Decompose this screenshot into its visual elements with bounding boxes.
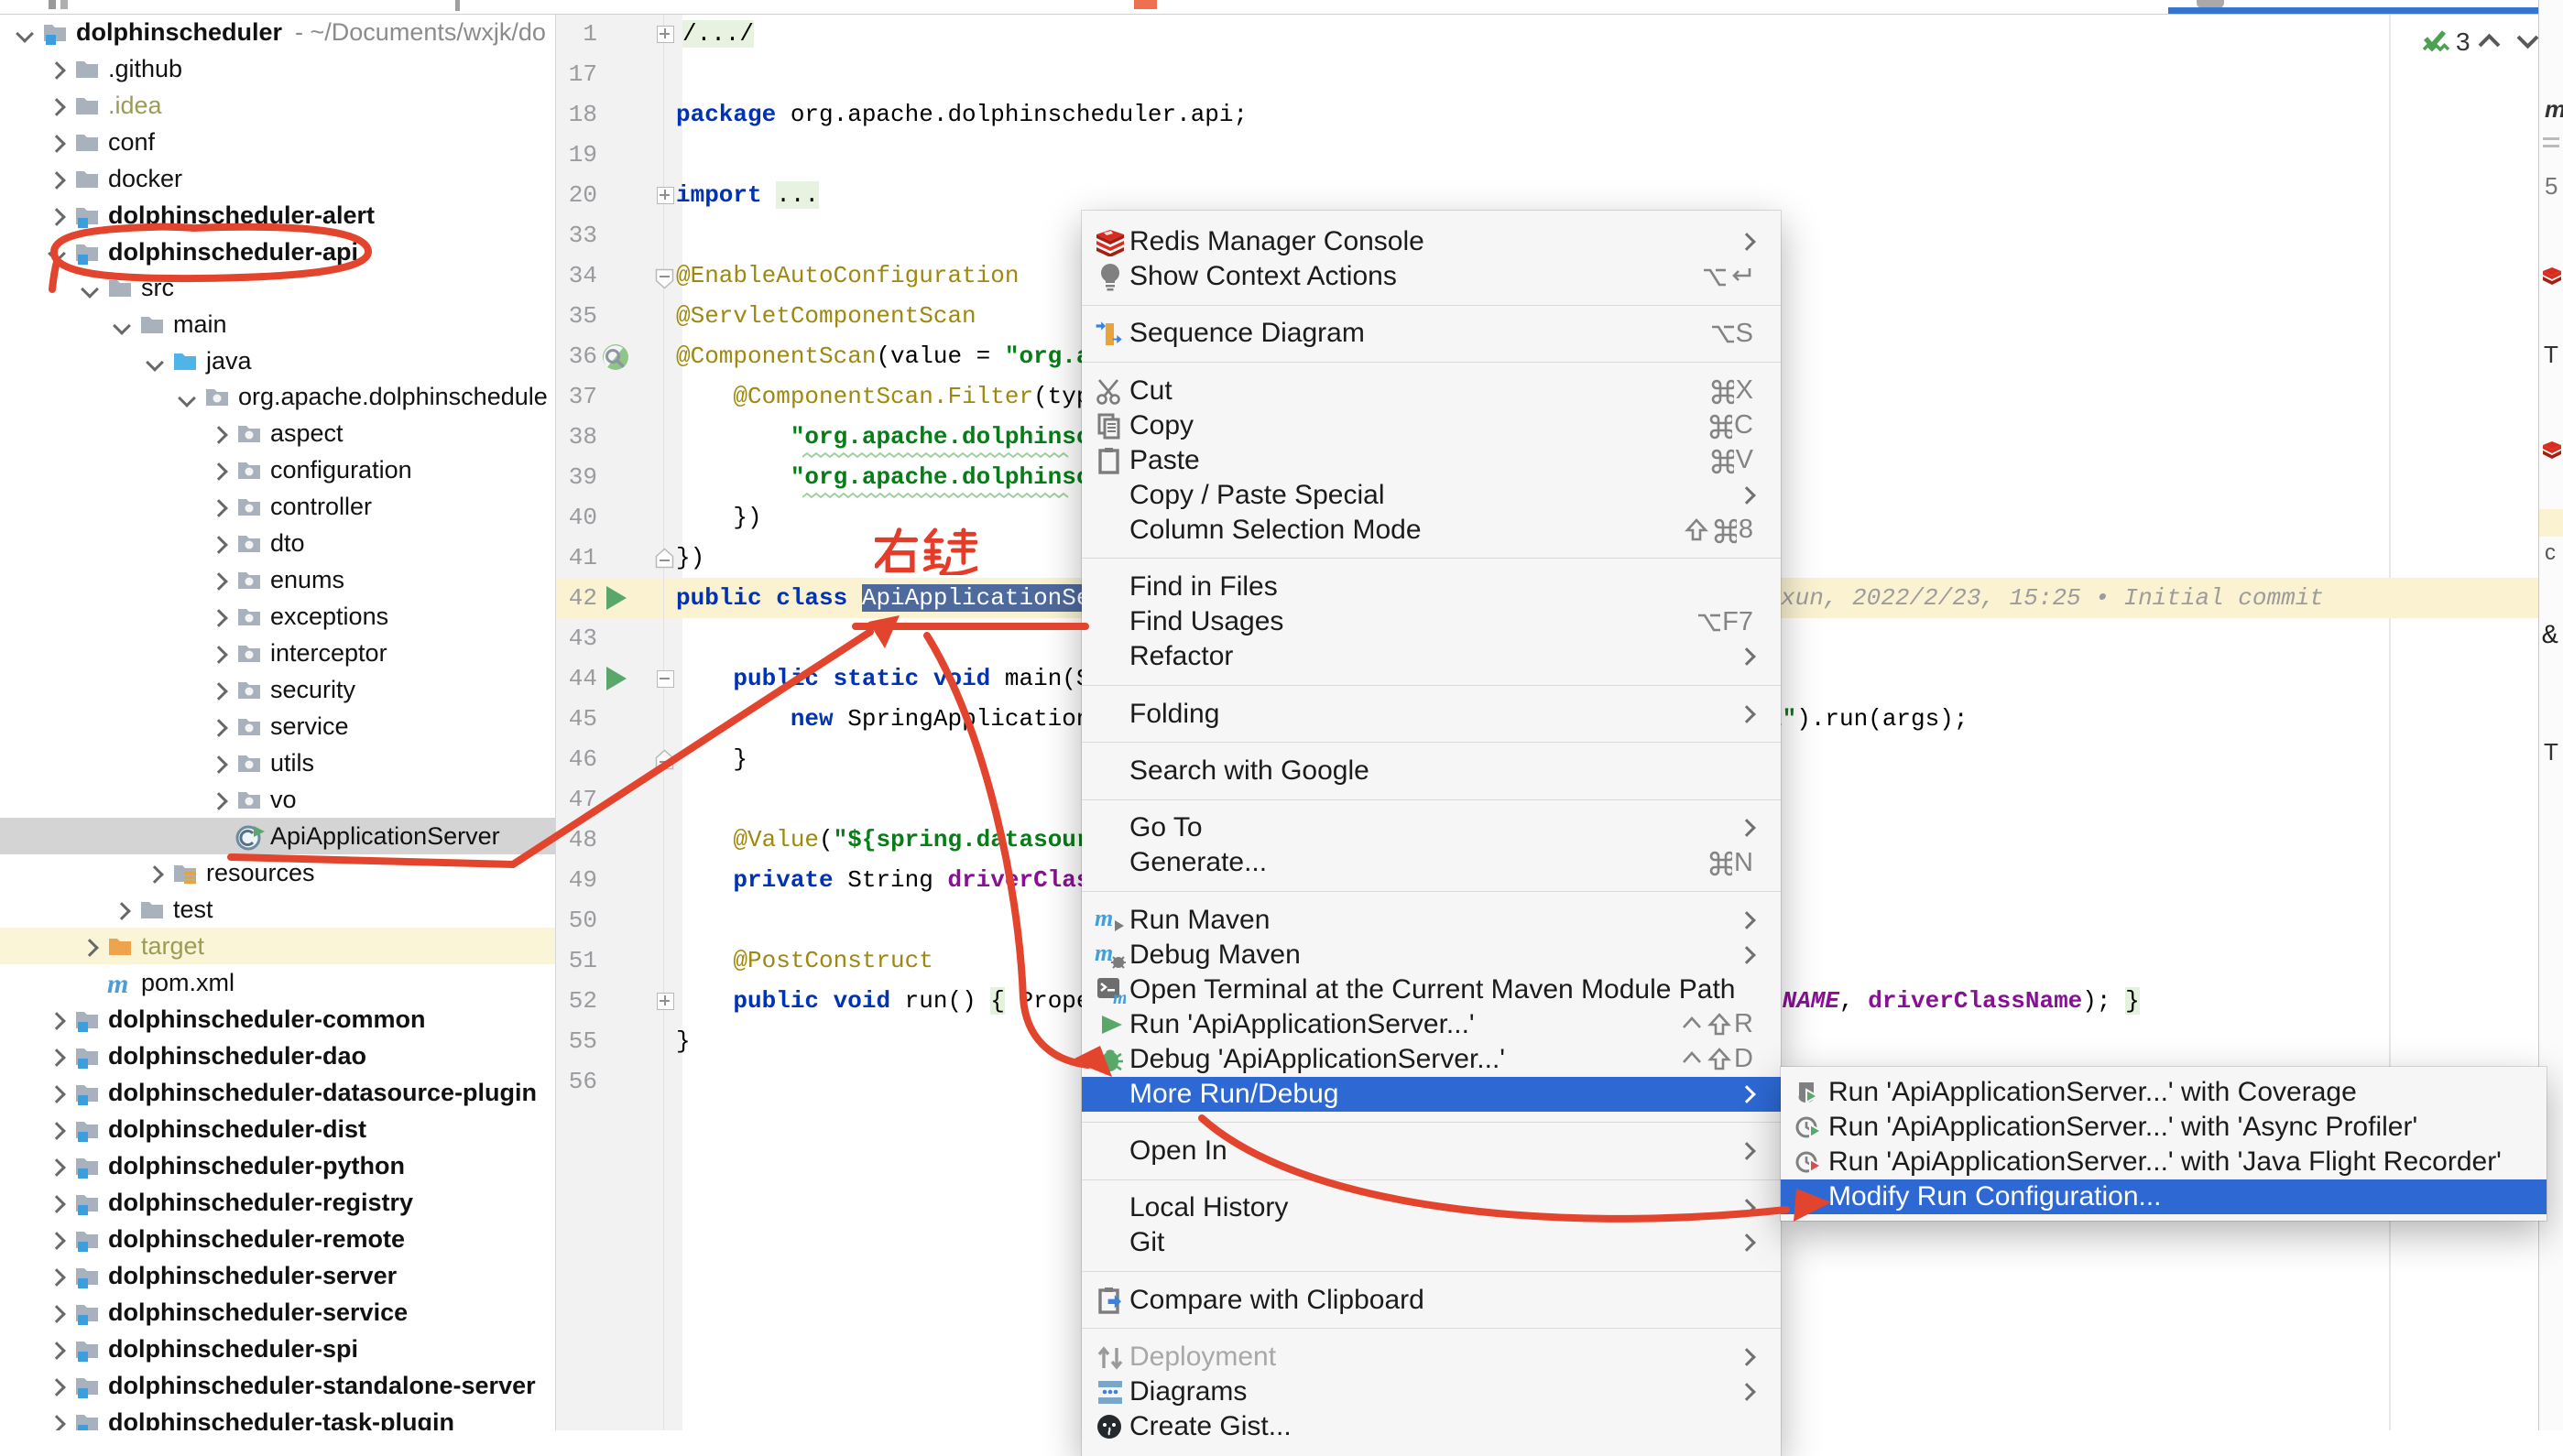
svg-text:m: m <box>1095 940 1113 966</box>
svg-text:m: m <box>107 969 128 996</box>
svg-text:m: m <box>1113 988 1126 1005</box>
svg-text:m: m <box>1095 906 1113 931</box>
svg-text:3: 3 <box>2456 27 2470 56</box>
